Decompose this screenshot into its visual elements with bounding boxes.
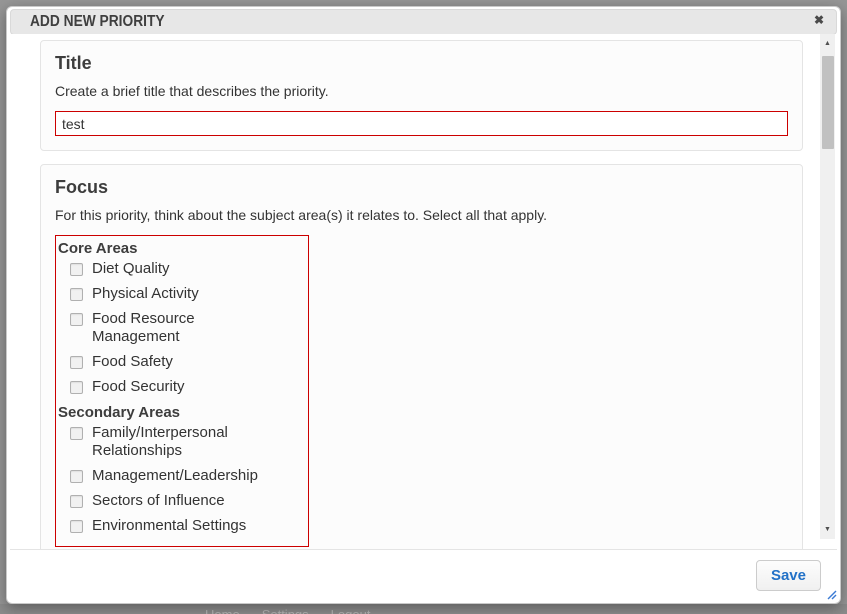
dialog-footer: Save <box>10 549 837 603</box>
checkbox-option-row[interactable]: Physical Activity <box>58 285 306 303</box>
focus-section: Focus For this priority, think about the… <box>40 164 803 549</box>
background-link-logout: Logout <box>331 607 371 614</box>
checkbox-option-row[interactable]: Sectors of Influence <box>58 492 306 510</box>
checkbox-group-label: Core Areas <box>58 239 306 258</box>
checkbox-label: Physical Activity <box>92 285 199 303</box>
checkbox-label: Food Resource Management <box>92 310 264 346</box>
checkbox-unchecked-icon[interactable] <box>70 495 83 508</box>
focus-checkbox-groups: Core Areas Diet Quality Physical Activity F… <box>55 235 309 547</box>
checkbox-label: Diet Quality <box>92 260 170 278</box>
dialog-titlebar: ADD NEW PRIORITY <box>10 9 837 35</box>
focus-section-description: For this priority, think about the subje… <box>55 206 788 224</box>
checkbox-label: Food Security <box>92 378 185 396</box>
focus-section-heading: Focus <box>55 177 788 197</box>
add-new-priority-dialog: ADD NEW PRIORITY ✖ Title Create a brief … <box>6 6 841 604</box>
checkbox-label: Management/Leadership <box>92 467 258 485</box>
checkbox-option-row[interactable]: Food Safety <box>58 353 306 371</box>
checkbox-option-row[interactable]: Family/Interpersonal Relationships <box>58 424 306 460</box>
priority-title-input[interactable] <box>55 111 788 136</box>
checkbox-unchecked-icon[interactable] <box>70 313 83 326</box>
checkbox-unchecked-icon[interactable] <box>70 381 83 394</box>
checkbox-option-row[interactable]: Environmental Settings <box>58 517 306 535</box>
checkbox-label: Sectors of Influence <box>92 492 225 510</box>
title-section-heading: Title <box>55 53 788 73</box>
title-section-description: Create a brief title that describes the … <box>55 82 788 100</box>
scroll-down-icon[interactable]: ▼ <box>820 522 835 537</box>
vertical-scrollbar[interactable]: ▲ ▼ <box>820 34 835 539</box>
resize-handle-icon[interactable] <box>824 587 837 600</box>
title-section: Title Create a brief title that describe… <box>40 40 803 151</box>
dialog-title: ADD NEW PRIORITY <box>30 13 165 31</box>
background-nav-links: Home Settings Logout <box>205 607 392 614</box>
checkbox-group-label: Secondary Areas <box>58 403 306 422</box>
checkbox-option-row[interactable]: Diet Quality <box>58 260 306 278</box>
dimmed-background-footer: Home Settings Logout <box>0 604 847 614</box>
scroll-up-icon[interactable]: ▲ <box>820 36 835 51</box>
checkbox-unchecked-icon[interactable] <box>70 288 83 301</box>
background-link-home: Home <box>205 607 240 614</box>
checkbox-unchecked-icon[interactable] <box>70 520 83 533</box>
close-icon[interactable]: ✖ <box>810 11 828 29</box>
checkbox-label: Family/Interpersonal Relationships <box>92 424 264 460</box>
checkbox-unchecked-icon[interactable] <box>70 427 83 440</box>
checkbox-unchecked-icon[interactable] <box>70 263 83 276</box>
checkbox-unchecked-icon[interactable] <box>70 356 83 369</box>
checkbox-option-row[interactable]: Management/Leadership <box>58 467 306 485</box>
checkbox-option-row[interactable]: Food Resource Management <box>58 310 306 346</box>
dialog-scroll-area: Title Create a brief title that describe… <box>10 34 837 549</box>
checkbox-option-row[interactable]: Food Security <box>58 378 306 396</box>
save-button[interactable]: Save <box>756 560 821 591</box>
background-link-settings: Settings <box>262 607 309 614</box>
checkbox-label: Food Safety <box>92 353 173 371</box>
scrollbar-thumb[interactable] <box>822 56 834 149</box>
checkbox-label: Environmental Settings <box>92 517 246 535</box>
checkbox-unchecked-icon[interactable] <box>70 470 83 483</box>
